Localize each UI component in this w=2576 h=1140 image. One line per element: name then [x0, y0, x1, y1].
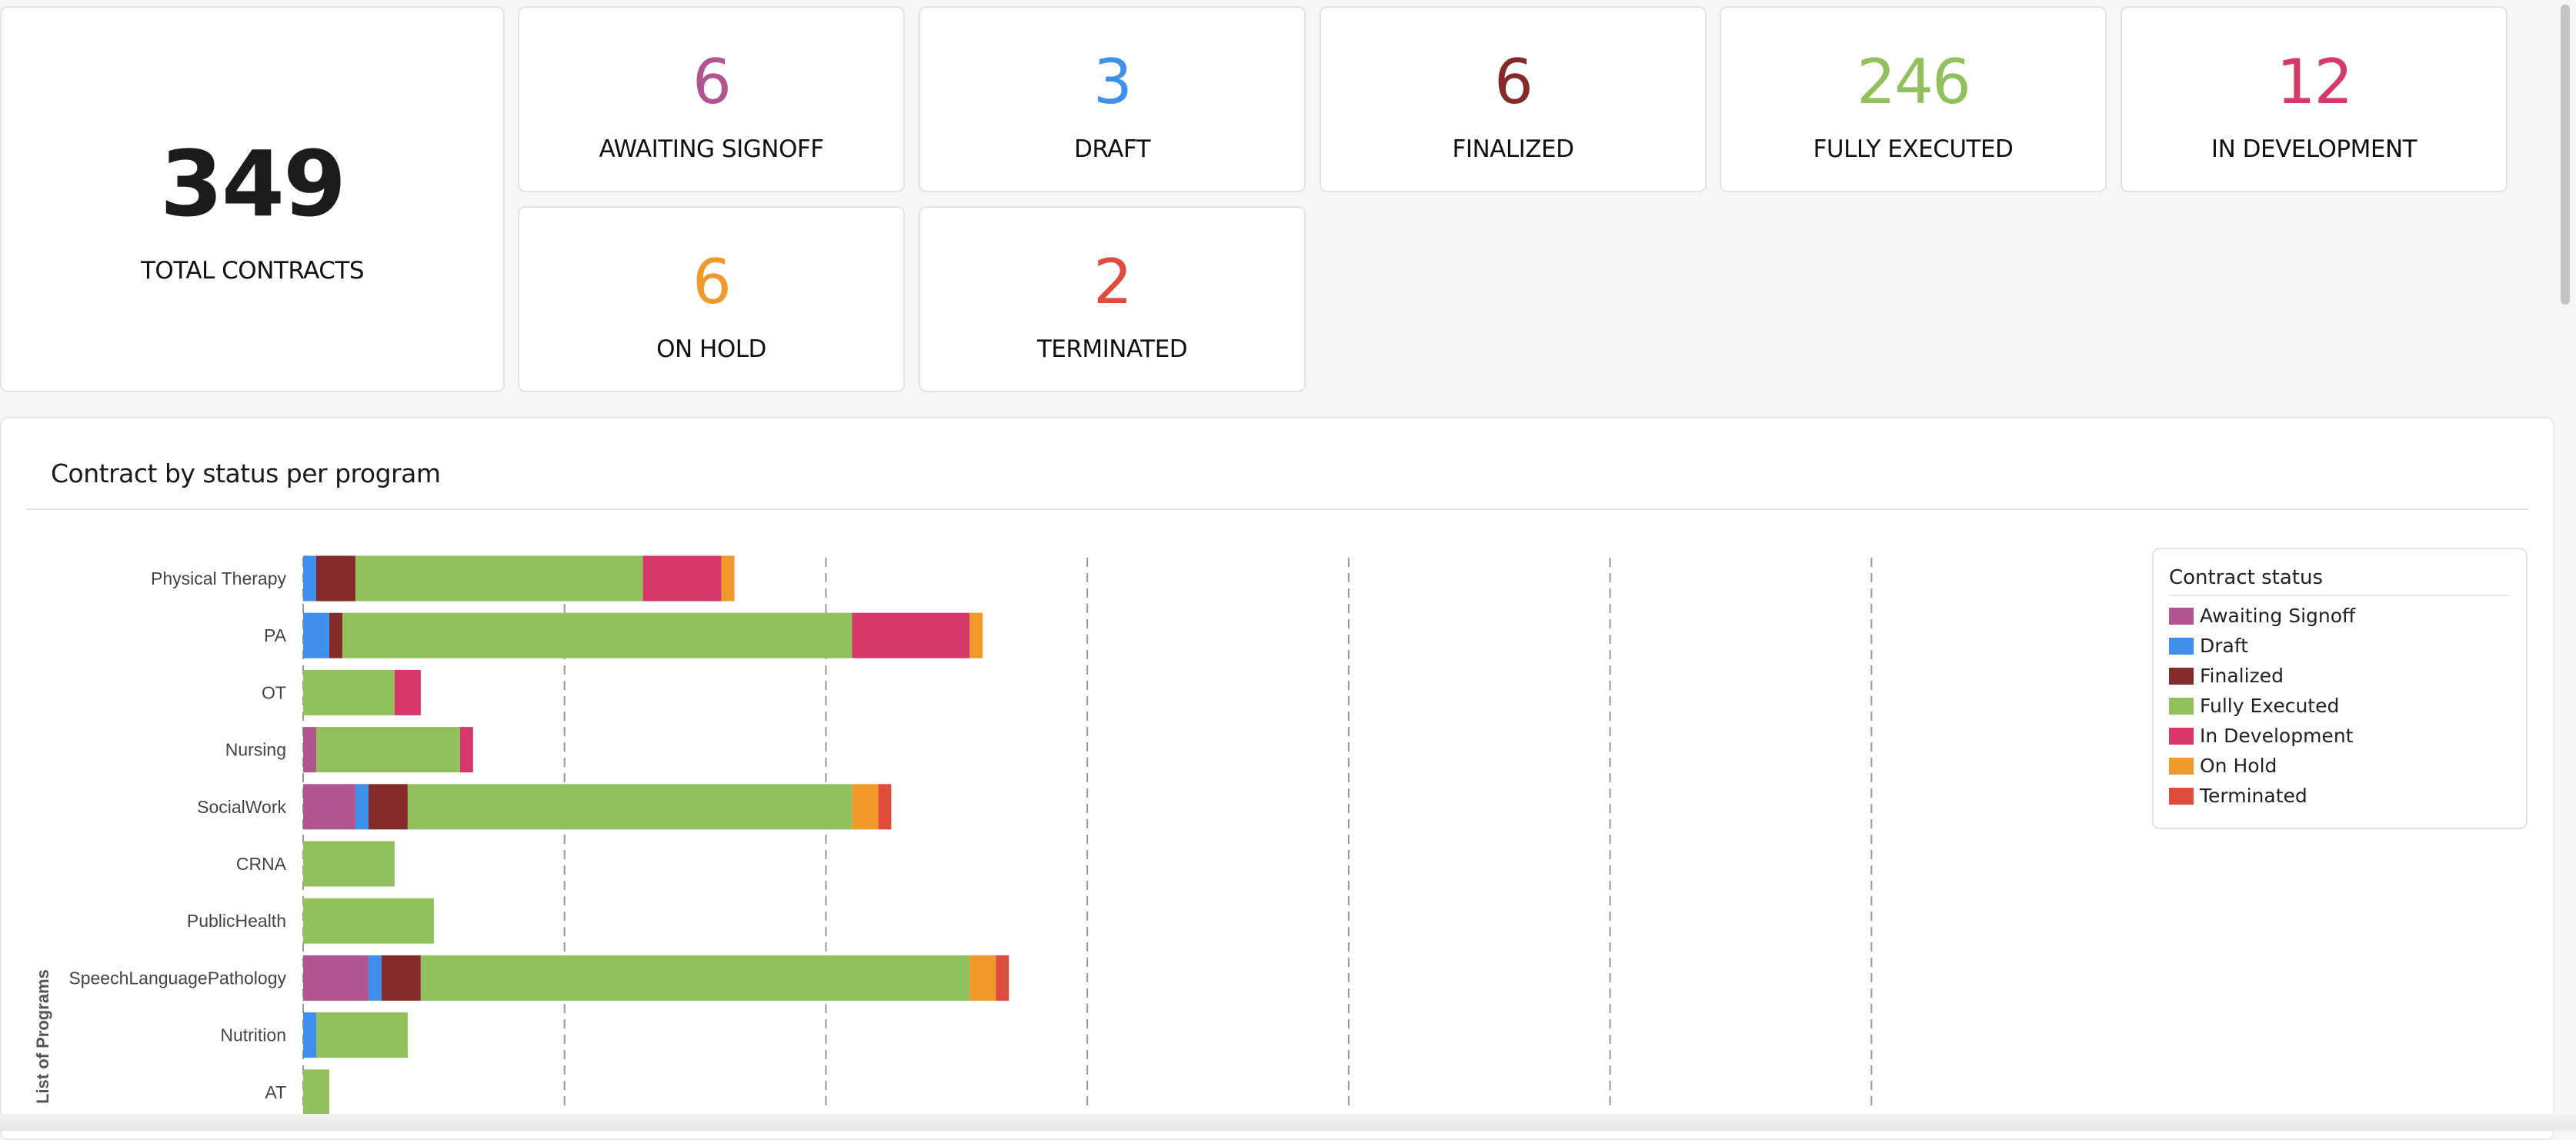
bar-nursing-fully-executed[interactable] [315, 727, 460, 773]
bar-socialwork-on-hold[interactable] [852, 784, 879, 830]
legend-label-terminated: Terminated [2200, 785, 2307, 807]
bar-speechlanguagepathology-draft[interactable] [368, 955, 382, 1001]
category-label-nursing: Nursing [225, 740, 286, 760]
bar-crna-fully-executed[interactable] [303, 841, 395, 887]
legend-label-finalized: Finalized [2200, 665, 2284, 687]
legend-label-fully-executed: Fully Executed [2200, 695, 2340, 717]
category-label-crna: CRNA [236, 854, 287, 874]
bar-speechlanguagepathology-fully-executed[interactable] [420, 955, 970, 1001]
bar-pa-in-development[interactable] [852, 612, 970, 658]
bar-nutrition-fully-executed[interactable] [315, 1012, 408, 1058]
bar-socialwork-fully-executed[interactable] [407, 784, 853, 830]
bar-nursing-awaiting-signoff[interactable] [303, 727, 316, 773]
bar-physical-therapy-in-development[interactable] [642, 555, 722, 602]
category-label-pa: PA [264, 625, 287, 645]
bars [303, 555, 1009, 1115]
bar-socialwork-draft[interactable] [355, 784, 369, 830]
bar-pa-fully-executed[interactable] [342, 612, 853, 658]
bar-socialwork-finalized[interactable] [368, 784, 408, 830]
y-axis-title: List of Programs [33, 969, 52, 1104]
legend-label-awaiting-signoff: Awaiting Signoff [2200, 605, 2356, 627]
bar-physical-therapy-on-hold[interactable] [721, 555, 735, 602]
bar-ot-fully-executed[interactable] [303, 669, 395, 715]
legend-label-on-hold: On Hold [2200, 755, 2277, 777]
scrollbar-thumb[interactable] [2561, 5, 2570, 305]
bar-physical-therapy-finalized[interactable] [315, 555, 355, 602]
bar-socialwork-terminated[interactable] [878, 784, 892, 830]
legend-swatch-on-hold [2169, 758, 2194, 775]
bar-pa-on-hold[interactable] [969, 612, 983, 658]
legend-label-in-development: In Development [2200, 725, 2354, 747]
category-label-publichealth: PublicHealth [187, 911, 286, 931]
bar-pa-draft[interactable] [303, 612, 329, 658]
bar-nursing-in-development[interactable] [459, 727, 473, 773]
category-label-ot: OT [262, 682, 286, 702]
bar-nutrition-draft[interactable] [303, 1012, 316, 1058]
bottom-edge [0, 1114, 2576, 1131]
category-label-nutrition: Nutrition [220, 1025, 286, 1045]
bar-ot-in-development[interactable] [394, 669, 421, 715]
category-label-physical-therapy: Physical Therapy [151, 568, 286, 588]
bar-speechlanguagepathology-terminated[interactable] [996, 955, 1009, 1001]
legend-swatch-fully-executed [2169, 698, 2194, 715]
category-labels: Physical Therapy PA OT Nursing SocialWork CRN… [68, 568, 286, 1102]
legend-title: Contract status [2169, 566, 2324, 589]
bar-physical-therapy-fully-executed[interactable] [355, 555, 643, 602]
legend-divider [2169, 595, 2509, 596]
bar-physical-therapy-draft[interactable] [303, 555, 316, 602]
bar-speechlanguagepathology-finalized[interactable] [381, 955, 421, 1001]
legend-swatch-awaiting-signoff [2169, 608, 2194, 625]
bar-speechlanguagepathology-awaiting-signoff[interactable] [303, 955, 369, 1001]
legend-swatch-terminated [2169, 788, 2194, 805]
bar-publichealth-fully-executed[interactable] [303, 898, 434, 944]
bar-speechlanguagepathology-on-hold[interactable] [969, 955, 996, 1001]
category-label-socialwork: SocialWork [197, 797, 286, 817]
legend-label-draft: Draft [2200, 635, 2249, 657]
legend-swatch-in-development [2169, 728, 2194, 745]
legend-swatch-finalized [2169, 668, 2194, 685]
bar-socialwork-awaiting-signoff[interactable] [303, 784, 355, 830]
chart-legend: Contract status Awaiting Signoff Draft F… [2152, 548, 2528, 829]
category-label-at: AT [265, 1082, 286, 1102]
category-label-speechlanguagepathology: SpeechLanguagePathology [68, 968, 286, 988]
legend-swatch-draft [2169, 638, 2194, 655]
bar-pa-finalized[interactable] [329, 612, 342, 658]
bar-at-fully-executed[interactable] [303, 1069, 329, 1115]
